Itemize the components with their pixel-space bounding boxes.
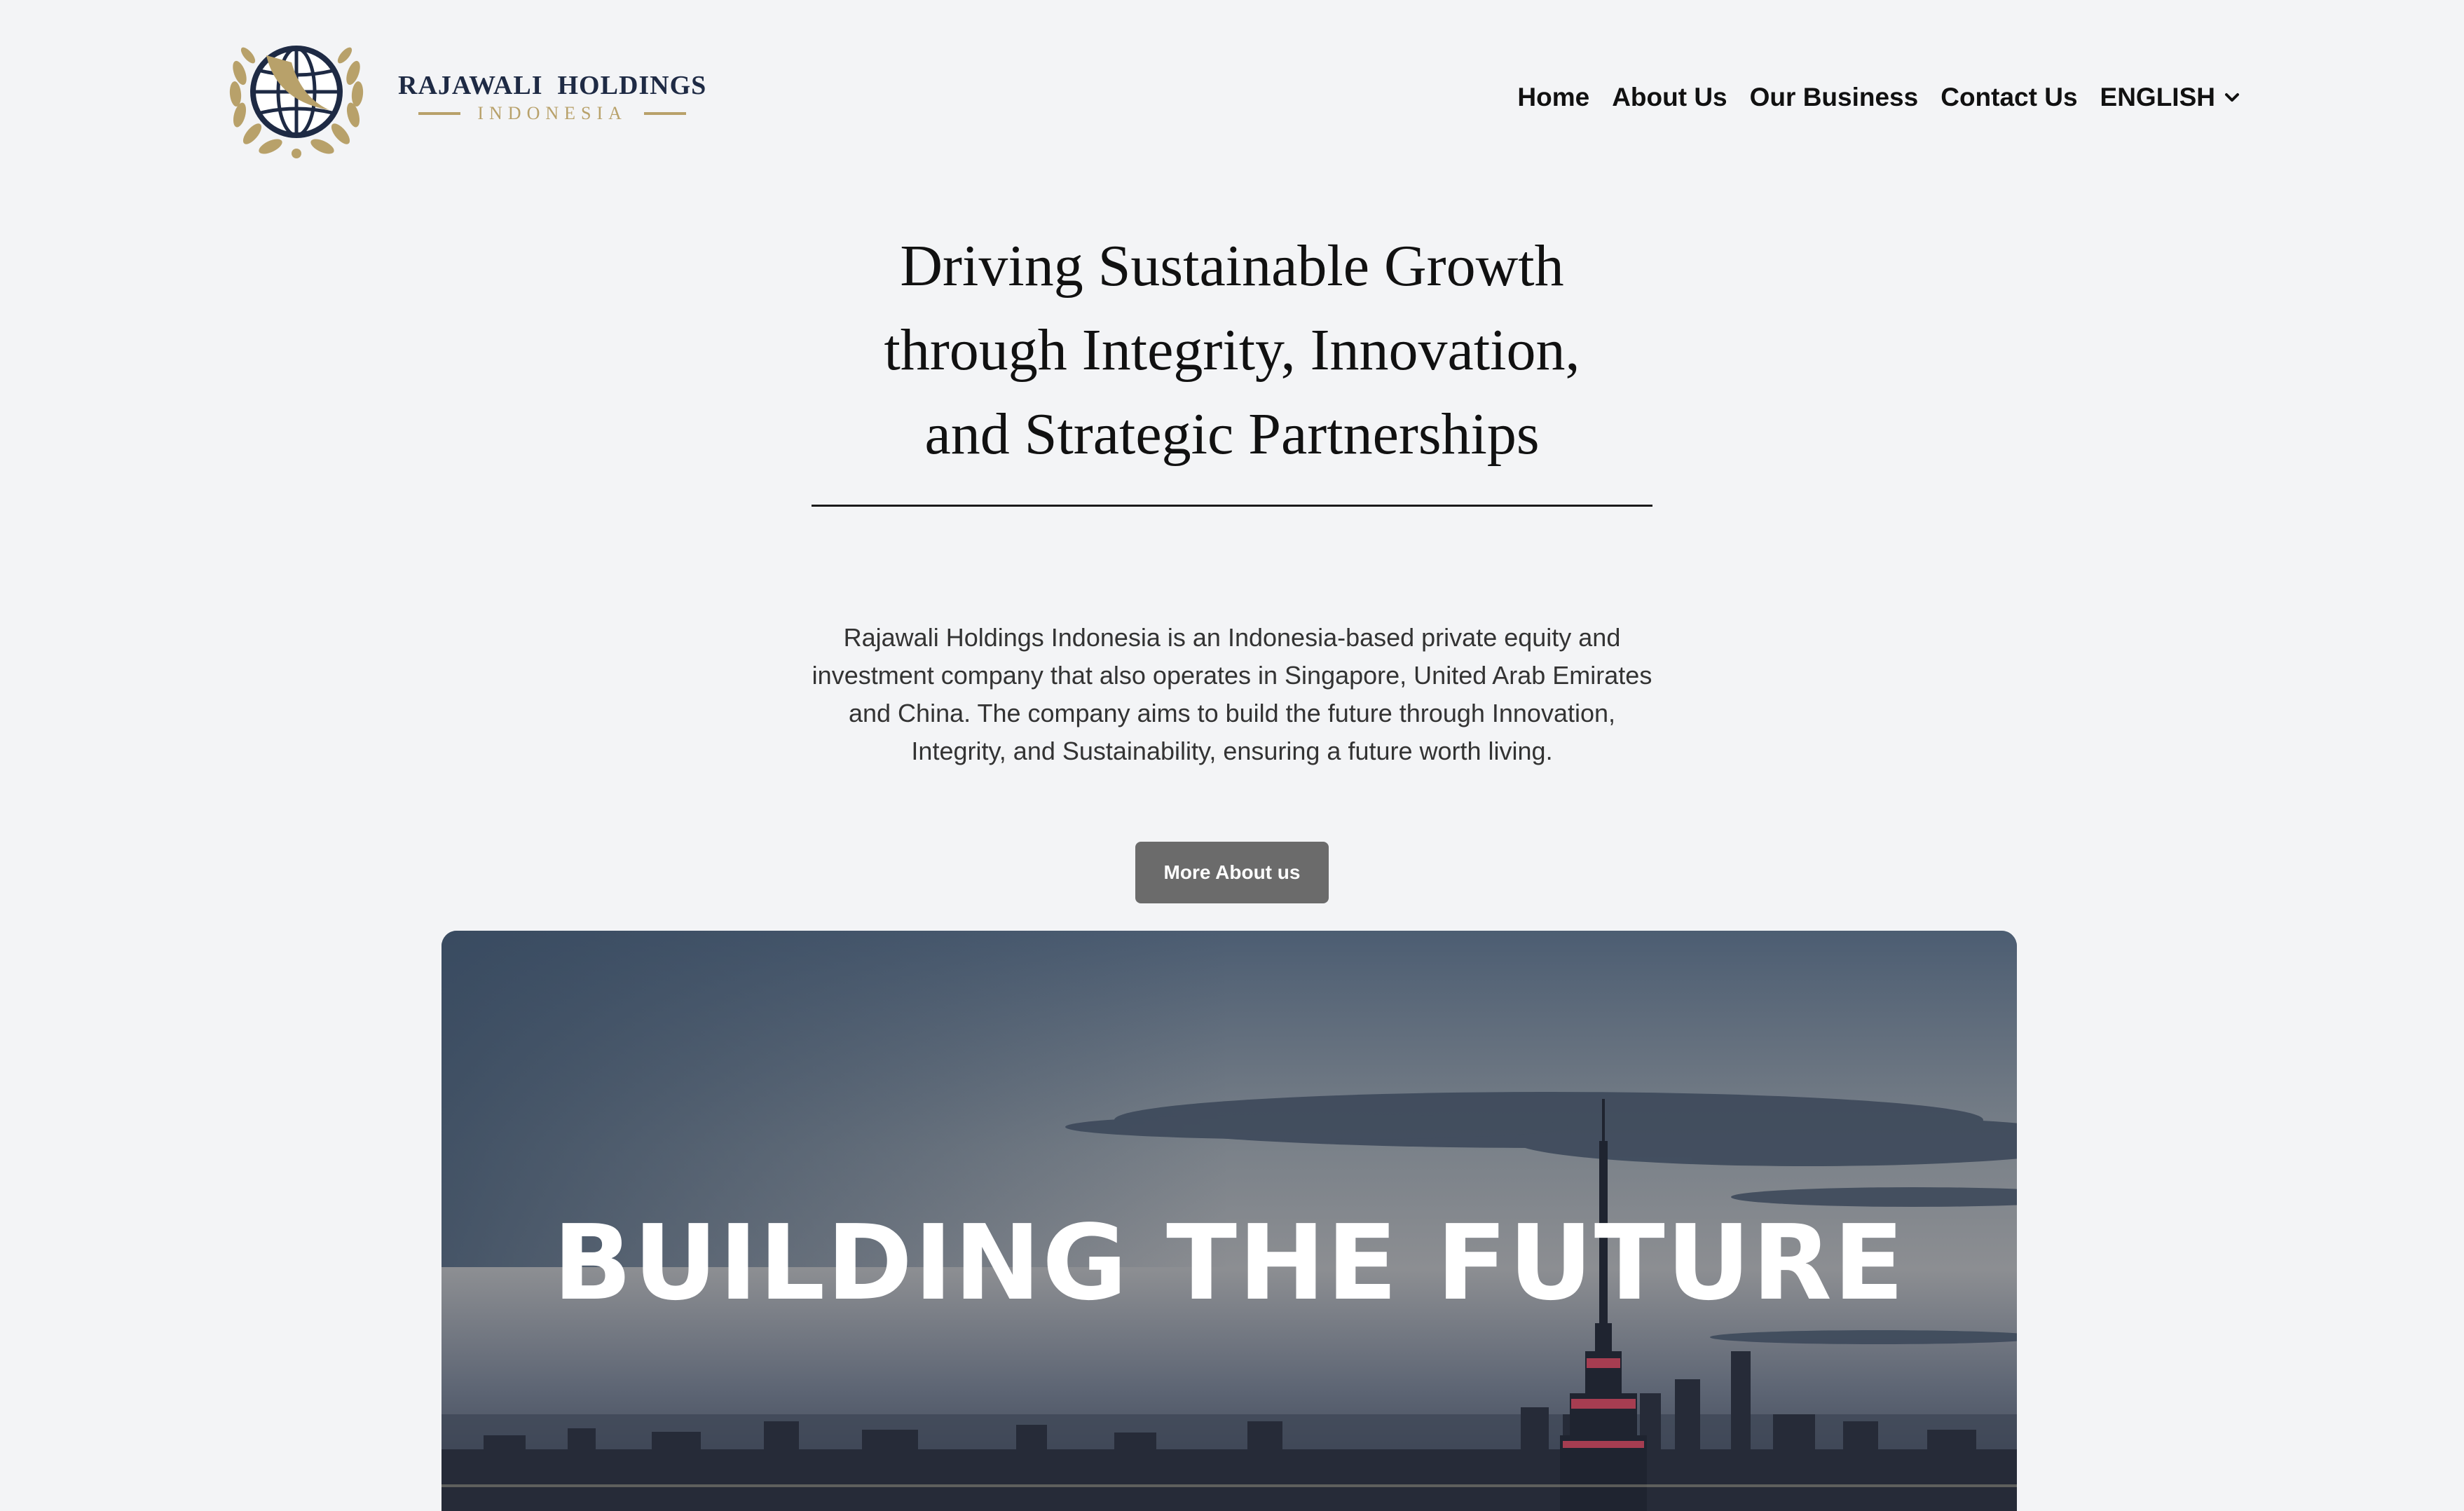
nav-item-home[interactable]: Home <box>1517 83 1589 112</box>
company-intro: Rajawali Holdings Indonesia is an Indone… <box>808 619 1656 770</box>
nav-item-contact-us[interactable]: Contact Us <box>1941 83 2077 112</box>
company-intro-line: Rajawali Holdings Indonesia is an Indone… <box>843 623 1621 652</box>
brand-subtitle-row: INDONESIA <box>418 104 686 123</box>
company-intro-line: investment company that also operates in… <box>812 661 1652 690</box>
brand-subtitle: INDONESIA <box>477 103 627 123</box>
hero-section: Driving Sustainable Growth through Integ… <box>0 224 2464 903</box>
language-selector[interactable]: ENGLISH <box>2100 83 2240 112</box>
brand-logo-link[interactable]: RAJAWALI HOLDINGS INDONESIA <box>224 34 706 160</box>
hero-headline-line: Driving Sustainable Growth <box>900 233 1564 299</box>
globe-laurel-emblem-icon <box>229 46 364 158</box>
page: RAJAWALI HOLDINGS INDONESIA Home About U… <box>0 0 2464 1511</box>
main-nav: Home About Us Our Business Contact Us EN… <box>1517 83 2240 112</box>
nav-item-our-business[interactable]: Our Business <box>1750 83 1919 112</box>
nav-item-about-us[interactable]: About Us <box>1612 83 1727 112</box>
brand-rule-right <box>643 112 686 115</box>
brand-name: RAJAWALI HOLDINGS <box>398 71 707 100</box>
hero-headline-line: and Strategic Partnerships <box>924 402 1540 467</box>
site-header: RAJAWALI HOLDINGS INDONESIA Home About U… <box>224 31 2240 164</box>
hero-headline: Driving Sustainable Growth through Integ… <box>812 224 1652 477</box>
headline-divider <box>812 505 1652 507</box>
language-label: ENGLISH <box>2100 83 2215 111</box>
company-intro-line: and China. The company aims to build the… <box>848 699 1616 727</box>
hero-headline-line: through Integrity, Innovation, <box>884 317 1580 383</box>
brand-wordmark: RAJAWALI HOLDINGS INDONESIA <box>398 72 706 123</box>
brand-rule-left <box>418 112 461 115</box>
banner-title: BUILDING THE FUTURE <box>552 1203 1906 1323</box>
hero-banner: BUILDING THE FUTURE <box>442 931 2017 1511</box>
chevron-down-icon <box>2225 93 2239 102</box>
company-intro-line: Integrity, and Sustainability, ensuring … <box>911 737 1553 765</box>
more-about-us-button[interactable]: More About us <box>1135 842 1329 903</box>
